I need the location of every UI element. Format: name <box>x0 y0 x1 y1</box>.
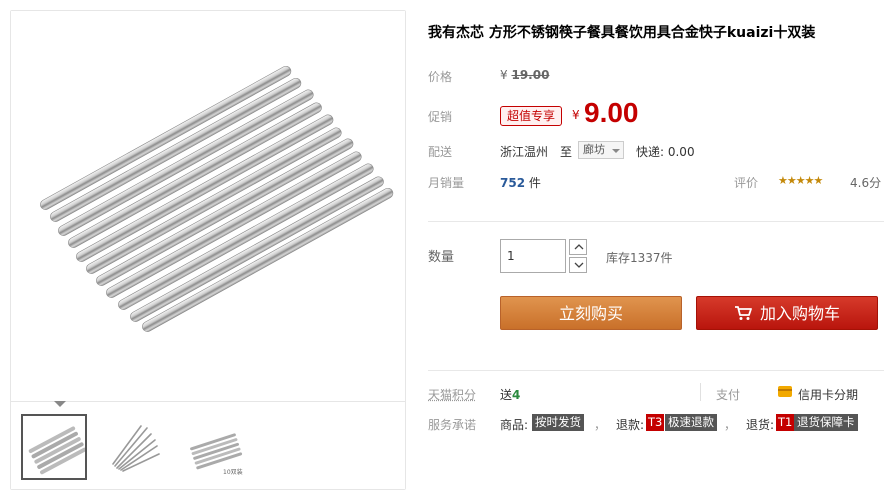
thumbnail-3[interactable]: 10双装 <box>181 414 247 480</box>
original-price-currency: ¥ <box>500 68 508 82</box>
buy-now-button[interactable]: 立刻购买 <box>500 296 682 330</box>
rating-score[interactable]: 4.6分 <box>850 174 881 191</box>
promo-tag: 超值专享 <box>500 106 563 126</box>
shipping-label: 配送 <box>428 145 453 159</box>
quantity-decrement-button[interactable] <box>569 257 587 273</box>
chopsticks-illustration <box>40 65 394 332</box>
price-label: 价格 <box>428 70 453 84</box>
divider <box>428 221 884 222</box>
add-to-cart-button[interactable]: 加入购物车 <box>696 296 878 330</box>
return-badge: T1 <box>776 414 795 431</box>
promo-price: 9.00 <box>584 97 639 128</box>
promo-currency: ¥ <box>572 108 580 122</box>
product-details: 我有杰芯 方形不锈钢筷子餐具餐饮用具合金快子kuaizi十双装 价格 ¥ 19.… <box>428 0 884 493</box>
fast-refund-tag[interactable]: 极速退款 <box>665 414 717 431</box>
quantity-label: 数量 <box>428 250 455 265</box>
chevron-up-icon <box>574 244 584 250</box>
installment-link[interactable]: 信用卡分期 <box>798 386 858 403</box>
chopsticks-pack-thumb-icon <box>190 433 243 470</box>
stock-count: 库存1337件 <box>606 251 673 265</box>
points-amount: 4 <box>512 388 521 402</box>
quantity-increment-button[interactable] <box>569 239 587 255</box>
vertical-divider <box>700 383 701 401</box>
refund-prefix: 退款: <box>616 418 645 432</box>
product-gallery: 10双装 <box>10 10 406 490</box>
add-to-cart-label: 加入购物车 <box>759 304 840 323</box>
cart-icon <box>734 306 752 320</box>
chopsticks-fan-thumb-icon <box>112 425 160 472</box>
payment-label: 支付 <box>716 388 741 402</box>
divider <box>428 370 884 371</box>
credit-card-icon <box>778 386 792 397</box>
points-label[interactable]: 天猫积分 <box>428 386 476 403</box>
monthly-sales: 752 件 <box>500 174 541 191</box>
thumb-caption: 10双装 <box>223 468 243 476</box>
promo-label: 促销 <box>428 110 453 124</box>
separator: ， <box>594 418 607 432</box>
monthly-sales-label: 月销量 <box>428 176 465 190</box>
ship-from: 浙江温州 <box>500 145 549 159</box>
refund-badge: T3 <box>646 414 665 431</box>
return-prefix: 退货: <box>746 418 775 432</box>
separator: ， <box>724 418 737 432</box>
service-label: 服务承诺 <box>428 418 477 432</box>
ship-to-prefix: 至 <box>560 145 573 159</box>
chevron-down-icon <box>574 262 584 268</box>
thumbnail-1[interactable] <box>21 414 87 480</box>
main-product-image[interactable] <box>11 11 405 399</box>
active-thumb-caret <box>54 401 66 407</box>
destination-value: 廊坊 <box>583 143 605 156</box>
return-guarantee-tag[interactable]: 退货保障卡 <box>794 414 858 431</box>
points-prefix: 送 <box>500 388 513 402</box>
star-rating-icon: ★★★★★ <box>778 174 823 187</box>
monthly-sales-unit: 件 <box>528 176 541 190</box>
product-title: 我有杰芯 方形不锈钢筷子餐具餐饮用具合金快子kuaizi十双装 <box>428 25 816 41</box>
on-time-shipping-tag[interactable]: 按时发货 <box>532 414 584 431</box>
shipping-fee: 快递: 0.00 <box>636 145 695 159</box>
quantity-input[interactable]: 1 <box>500 239 566 273</box>
rating-label: 评价 <box>734 176 759 190</box>
goods-prefix: 商品: <box>500 418 529 432</box>
chopsticks-bundle-thumb-icon <box>28 426 85 475</box>
points-value: 送4 <box>500 386 520 403</box>
thumbnail-strip: 10双装 <box>11 401 405 489</box>
original-price: ¥ 19.00 <box>500 68 549 82</box>
destination-select[interactable]: 廊坊 <box>578 141 624 159</box>
thumbnail-2[interactable] <box>101 414 167 480</box>
chevron-down-icon <box>612 149 620 153</box>
original-price-value: 19.00 <box>511 68 550 82</box>
monthly-sales-count: 752 <box>500 176 526 190</box>
